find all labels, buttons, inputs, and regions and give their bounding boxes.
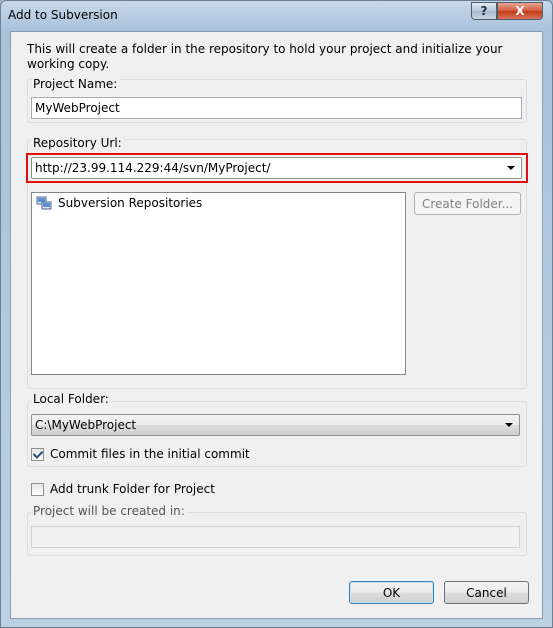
commit-files-checkbox[interactable] xyxy=(31,447,44,461)
repository-url-value: http://23.99.114.229:44/svn/MyProject/ xyxy=(35,161,271,175)
local-folder-label: Local Folder: xyxy=(31,392,111,406)
add-trunk-label: Add trunk Folder for Project xyxy=(50,482,215,496)
project-name-input[interactable]: MyWebProject xyxy=(31,97,522,119)
window-title: Add to Subversion xyxy=(8,8,118,22)
repository-tree[interactable]: Subversion Repositories xyxy=(31,192,406,375)
repository-icon xyxy=(36,196,52,210)
repository-url-label: Repository Url: xyxy=(31,136,124,150)
commit-files-label: Commit files in the initial commit xyxy=(50,447,250,461)
create-folder-button[interactable]: Create Folder... xyxy=(414,192,521,215)
repository-url-combo[interactable]: http://23.99.114.229:44/svn/MyProject/ xyxy=(31,157,522,179)
description-text: This will create a folder in the reposit… xyxy=(27,42,503,71)
created-in-field xyxy=(31,526,520,548)
add-trunk-option[interactable]: Add trunk Folder for Project xyxy=(31,482,215,496)
project-name-label: Project Name: xyxy=(31,77,120,91)
chevron-down-icon[interactable] xyxy=(507,166,515,170)
local-folder-value: C:\MyWebProject xyxy=(35,418,137,432)
add-trunk-checkbox[interactable] xyxy=(31,482,44,496)
dialog-body: This will create a folder in the reposit… xyxy=(10,31,543,619)
close-icon: X xyxy=(515,4,525,18)
chevron-down-icon[interactable] xyxy=(505,423,513,427)
help-icon: ? xyxy=(480,4,488,18)
help-button[interactable]: ? xyxy=(471,2,497,20)
close-button[interactable]: X xyxy=(497,2,543,20)
tree-item-subversion-repositories[interactable]: Subversion Repositories xyxy=(36,196,202,210)
created-in-label: Project will be created in: xyxy=(31,504,187,518)
local-folder-combo[interactable]: C:\MyWebProject xyxy=(31,414,520,436)
cancel-button[interactable]: Cancel xyxy=(444,581,529,604)
title-bar[interactable]: Add to Subversion ? X xyxy=(1,1,552,31)
ok-button[interactable]: OK xyxy=(349,581,434,604)
tree-item-label: Subversion Repositories xyxy=(58,196,203,210)
commit-files-option[interactable]: Commit files in the initial commit xyxy=(31,447,250,461)
dialog-window: Add to Subversion ? X This will create a… xyxy=(0,0,553,628)
